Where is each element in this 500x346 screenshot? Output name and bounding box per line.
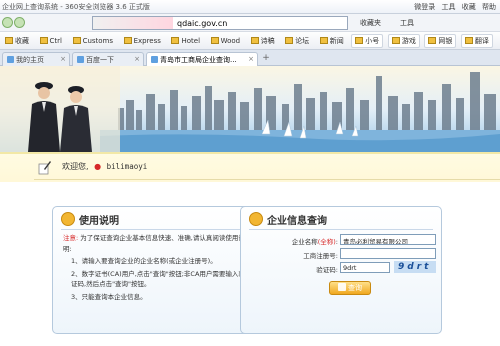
company-name-row: 企业名称(全称):: [241, 235, 338, 247]
folder-icon: [285, 37, 294, 44]
site-banner: [0, 66, 500, 152]
instruction-item: 1、请输入要查询企业的企业名称(或企业注册号)。: [71, 257, 217, 265]
fav-item[interactable]: 小号: [351, 34, 384, 48]
close-icon[interactable]: ×: [60, 55, 66, 63]
instruction-item: 2、数字证书(CA)用户,点击"查询"按钮;非CA用户需要输入验证码,然后点击"…: [71, 269, 245, 289]
reg-no-input[interactable]: [340, 248, 436, 259]
address-url: qdaic.gov.cn: [177, 19, 228, 28]
folder-icon: [250, 37, 259, 44]
welcome-username: bilimaoyi: [106, 162, 148, 171]
search-icon: [338, 283, 346, 291]
query-title: 企业信息查询: [267, 216, 327, 227]
favorites-bar: 收藏 Ctrl Customs Express Hotel Wood 诗稿 论坛…: [0, 32, 500, 50]
reg-no-label: 工商注册号:: [303, 252, 338, 260]
fav-item[interactable]: 新闻: [317, 35, 347, 49]
captcha-input[interactable]: 9drt: [340, 262, 390, 273]
new-tab-button[interactable]: +: [260, 53, 272, 64]
forward-icon[interactable]: [14, 17, 25, 28]
banner-illustration: [0, 66, 500, 152]
instruction-item: 3、只能查询本企业信息。: [71, 292, 147, 301]
close-icon[interactable]: ×: [134, 55, 140, 63]
fav-item[interactable]: Hotel: [168, 36, 203, 49]
page-icon: [151, 56, 158, 63]
tab-query-active[interactable]: 青岛市工商局企业查询... ×: [146, 52, 258, 66]
window-title-bar: 企业网上查询系统 - 360安全浏览器 3.6 正式版 微登录 工具 收藏 帮助: [0, 0, 500, 14]
company-name-hint: (全称): [317, 238, 336, 246]
title-bar-menu: 微登录 工具 收藏 帮助: [410, 2, 496, 12]
instructions-title: 使用说明: [79, 216, 119, 227]
folder-icon: [319, 37, 328, 44]
captcha-row: 验证码:: [241, 263, 338, 275]
captcha-label: 验证码:: [316, 266, 338, 274]
captcha-image[interactable]: 9drt: [394, 261, 436, 273]
page-icon: [7, 56, 14, 63]
reg-no-row: 工商注册号:: [241, 249, 338, 261]
folder-icon: [5, 37, 13, 44]
folder-icon: [39, 37, 48, 44]
fav-item[interactable]: Wood: [208, 36, 244, 49]
address-row: qdaic.gov.cn 收藏夹 工具: [0, 14, 500, 32]
fav-item[interactable]: 收藏: [2, 35, 32, 49]
fav-item[interactable]: Customs: [70, 36, 116, 49]
menu-login[interactable]: 微登录: [414, 3, 435, 11]
welcome-message: 欢迎您, ● bilimaoyi: [62, 161, 147, 172]
fav-item[interactable]: 论坛: [282, 35, 312, 49]
close-icon[interactable]: ×: [248, 55, 254, 63]
info-icon: [249, 212, 263, 226]
address-label-2[interactable]: 工具: [400, 18, 414, 28]
app-icon: [391, 37, 400, 44]
tab-home[interactable]: 我的主页 ×: [2, 52, 70, 66]
welcome-strip: 欢迎您, ● bilimaoyi: [0, 152, 500, 182]
menu-tools[interactable]: 工具: [442, 3, 456, 11]
bullet-icon: ●: [94, 162, 102, 171]
app-icon: [464, 37, 473, 44]
folder-icon: [171, 37, 180, 44]
instructions-note: 注意: 为了保证查询企业基本信息快速、准确,请认真阅读使用说明:: [63, 233, 247, 254]
query-panel: 企业信息查询 企业名称(全称): 青岛必利贸易有限公司 工商注册号: 验证码: …: [240, 206, 442, 334]
fav-item[interactable]: 游戏: [387, 34, 420, 48]
menu-favorites[interactable]: 收藏: [462, 3, 476, 11]
app-icon: [355, 37, 364, 44]
info-icon: [61, 212, 75, 226]
page-icon: [77, 56, 84, 63]
welcome-greeting: 欢迎您,: [62, 162, 89, 171]
divider: [34, 179, 500, 180]
address-bar[interactable]: qdaic.gov.cn: [92, 16, 348, 30]
instructions-panel: 使用说明 注意: 为了保证查询企业基本信息快速、准确,请认真阅读使用说明: 1、…: [52, 206, 254, 334]
divider: [61, 229, 245, 230]
window-title: 企业网上查询系统 - 360安全浏览器 3.6 正式版: [2, 3, 150, 11]
nav-buttons: [2, 17, 28, 29]
back-icon[interactable]: [2, 17, 13, 28]
tab-bar: 我的主页 × 百度一下 × 青岛市工商局企业查询... × +: [0, 50, 500, 66]
instructions-body: 注意: 为了保证查询企业基本信息快速、准确,请认真阅读使用说明: 1、请输入要查…: [63, 233, 247, 304]
folder-icon: [210, 37, 219, 44]
menu-help[interactable]: 帮助: [482, 3, 496, 11]
app-icon: [428, 37, 437, 44]
address-label-1[interactable]: 收藏夹: [360, 18, 381, 28]
fav-item[interactable]: 网银: [424, 34, 457, 48]
divider: [249, 229, 433, 230]
fav-item[interactable]: 诗稿: [248, 35, 278, 49]
pen-icon: [38, 161, 51, 175]
note-text: 为了保证查询企业基本信息快速、准确,请认真阅读使用说明:: [63, 234, 245, 253]
query-button[interactable]: 查询: [329, 281, 371, 295]
fav-item[interactable]: 翻译: [460, 34, 493, 48]
folder-icon: [123, 37, 132, 44]
address-progress: [93, 17, 173, 29]
tab-baidu[interactable]: 百度一下 ×: [72, 52, 144, 66]
fav-item[interactable]: Express: [121, 36, 164, 49]
company-name-input[interactable]: 青岛必利贸易有限公司: [340, 234, 436, 245]
note-label: 注意:: [63, 234, 79, 242]
company-name-label: 企业名称(全称):: [291, 238, 338, 246]
fav-item[interactable]: Ctrl: [37, 36, 65, 49]
folder-icon: [72, 37, 81, 44]
